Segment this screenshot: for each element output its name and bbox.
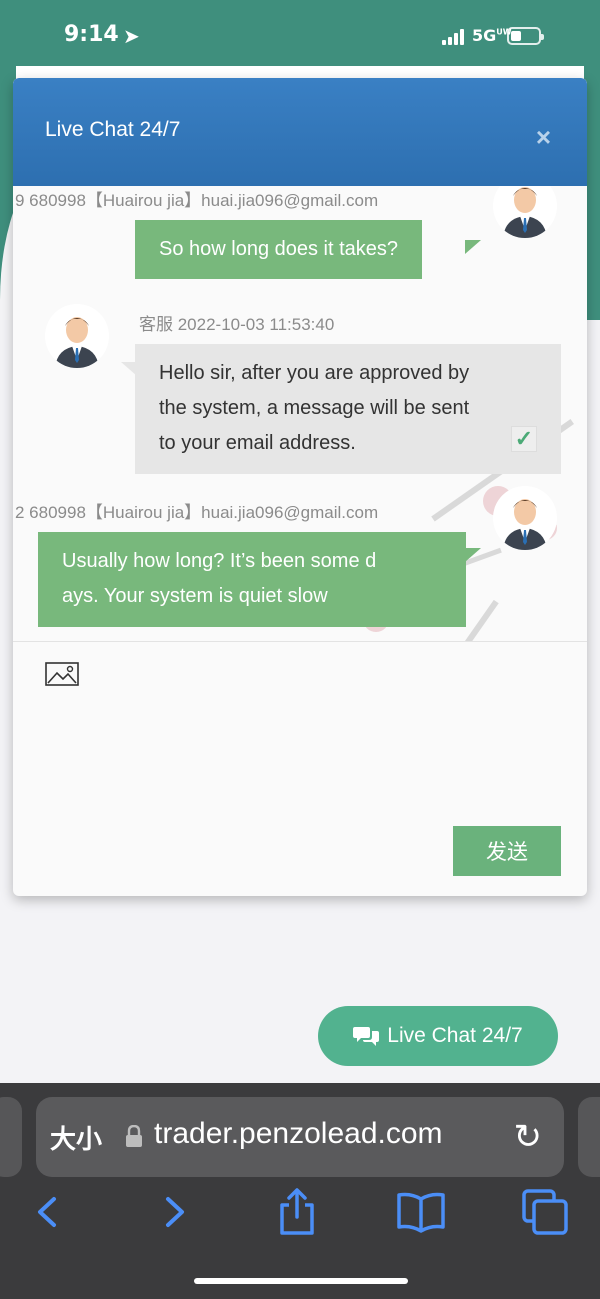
- message-input[interactable]: [33, 698, 567, 808]
- message-bubble-user: Usually how long? It’s been some d ays. …: [38, 532, 466, 627]
- message-bubble-user: So how long does it takes?: [135, 220, 423, 279]
- url-text: trader.penzolead.com: [154, 1117, 443, 1150]
- message-meta: 9 680998【Huairou jia】huai.jia096@gmail.c…: [15, 191, 379, 210]
- network-label: 5GUW: [472, 26, 512, 45]
- chat-bubbles-icon: [353, 1027, 380, 1046]
- send-button[interactable]: 发送: [453, 826, 561, 876]
- signal-icon: [442, 29, 464, 45]
- bubble-tail: [465, 548, 481, 562]
- message-line: to your email address.: [159, 432, 356, 454]
- location-arrow-icon: ➤: [123, 26, 140, 48]
- bookmarks-icon[interactable]: [396, 1187, 446, 1237]
- read-check-icon: ✓: [511, 426, 537, 452]
- text-size-button[interactable]: 大小: [50, 1119, 102, 1156]
- home-indicator: [194, 1278, 408, 1284]
- next-tab-preview[interactable]: [578, 1097, 600, 1177]
- message-meta: 客服 2022-10-03 11:53:40: [139, 315, 335, 334]
- back-icon[interactable]: [22, 1187, 72, 1237]
- live-chat-button-label: Live Chat 24/7: [387, 1024, 523, 1047]
- tabs-icon[interactable]: [520, 1187, 570, 1237]
- live-chat-button[interactable]: Live Chat 24/7: [318, 1006, 558, 1066]
- browser-toolbar: 大小 trader.penzolead.com ↻: [0, 1083, 600, 1299]
- forward-icon[interactable]: [150, 1187, 200, 1237]
- message-line: ays. Your system is quiet slow: [62, 585, 328, 607]
- battery-icon: [507, 27, 544, 45]
- dialog-header: Live Chat 24/7 ×: [13, 78, 587, 186]
- message-line: Hello sir, after you are approved by: [159, 362, 470, 384]
- user-avatar: [493, 186, 557, 238]
- live-chat-dialog: Live Chat 24/7 × 9 680998【Huairou jia】hu…: [13, 78, 587, 896]
- reload-icon[interactable]: ↻: [514, 1117, 543, 1157]
- user-avatar: [493, 486, 557, 550]
- message-line: the system, a message will be sent: [159, 397, 470, 419]
- previous-tab-preview[interactable]: [0, 1097, 22, 1177]
- message-line: Usually how long? It’s been some d: [62, 550, 377, 572]
- status-time: 9:14: [64, 22, 119, 47]
- composer-divider: [13, 641, 587, 642]
- message-list[interactable]: 9 680998【Huairou jia】huai.jia096@gmail.c…: [13, 186, 587, 641]
- message-bubble-agent: Hello sir, after you are approved by the…: [135, 344, 561, 474]
- share-icon[interactable]: [272, 1187, 322, 1237]
- dialog-title: Live Chat 24/7: [45, 118, 181, 141]
- agent-avatar: [45, 304, 109, 368]
- status-bar: 9:14 ➤ 5GUW: [0, 0, 600, 70]
- image-icon[interactable]: [45, 662, 79, 686]
- address-bar[interactable]: 大小 trader.penzolead.com ↻: [36, 1097, 564, 1177]
- bubble-tail: [465, 240, 481, 254]
- close-icon[interactable]: ×: [536, 122, 551, 153]
- message-meta: 2 680998【Huairou jia】huai.jia096@gmail.c…: [15, 503, 379, 522]
- lock-icon: [126, 1125, 142, 1147]
